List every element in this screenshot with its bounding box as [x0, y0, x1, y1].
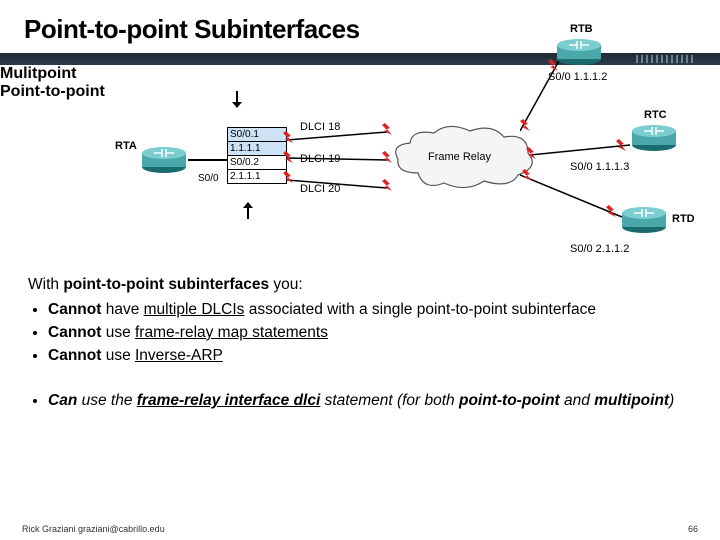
router-label-rtd: RTD: [672, 213, 695, 225]
router-label-rtc: RTC: [644, 109, 667, 121]
lightning-icon: [283, 131, 293, 149]
lightning-icon: [522, 169, 532, 187]
network-diagram: Mulitpoint Point-to-point RTA S0/0 S0/0.…: [0, 65, 720, 265]
list-item: Cannot use frame-relay map statements: [48, 323, 692, 344]
title-bar: Point-to-point Subinterfaces: [0, 0, 720, 49]
table-cell: 1.1.1.1: [227, 142, 287, 156]
router-label-rta: RTA: [115, 140, 137, 152]
intro-line: With point-to-point subinterfaces you:: [28, 275, 692, 296]
lightning-icon: [283, 151, 293, 169]
if-rtd: S0/0 2.1.1.2: [570, 243, 629, 255]
arrow-icon: [236, 91, 238, 107]
table-cell: S0/0.1: [227, 127, 287, 142]
router-rtd: [620, 205, 668, 235]
subinterface-table: S0/0.1 1.1.1.1 S0/0.2 2.1.1.1: [227, 127, 287, 184]
list-item: Can use the frame-relay interface dlci s…: [48, 391, 692, 412]
lightning-icon: [283, 171, 293, 189]
page-number: 66: [688, 524, 698, 534]
lightning-icon: [520, 119, 530, 137]
lightning-icon: [616, 139, 626, 157]
body-text: With point-to-point subinterfaces you: C…: [0, 265, 720, 412]
router-rtb: [555, 37, 603, 67]
if-rtc: S0/0 1.1.1.3: [570, 161, 629, 173]
if-rtb: S0/0 1.1.1.2: [548, 71, 607, 83]
cloud-label: Frame Relay: [428, 151, 491, 163]
bullet-list: Cannot have multiple DLCIs associated wi…: [28, 300, 692, 367]
router-rta: [140, 145, 188, 175]
bullet-list-2: Can use the frame-relay interface dlci s…: [28, 391, 692, 412]
lightning-icon: [526, 147, 536, 165]
lightning-icon: [606, 205, 616, 223]
list-item: Cannot have multiple DLCIs associated wi…: [48, 300, 692, 321]
rta-interface: S0/0: [198, 173, 219, 184]
footer: Rick Graziani graziani@cabrillo.edu 66: [22, 524, 698, 534]
wire: [188, 159, 227, 161]
arrow-icon: [247, 203, 249, 219]
router-label-rtb: RTB: [570, 23, 593, 35]
table-cell: 2.1.1.1: [227, 170, 287, 184]
footer-author: Rick Graziani graziani@cabrillo.edu: [22, 524, 165, 534]
router-rtc: [630, 123, 678, 153]
list-item: Cannot use Inverse-ARP: [48, 346, 692, 367]
table-cell: S0/0.2: [227, 156, 287, 170]
